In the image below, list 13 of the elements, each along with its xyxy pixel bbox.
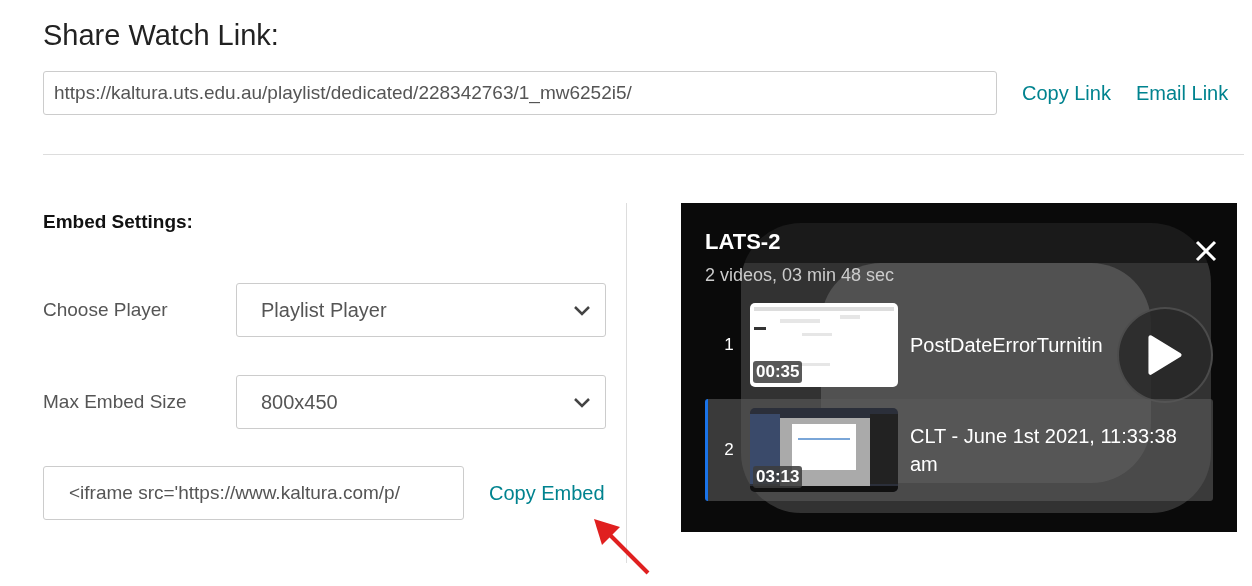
- setting-dropdown[interactable]: Playlist Player: [236, 283, 606, 337]
- copy-embed-link[interactable]: Copy Embed: [489, 481, 605, 505]
- setting-label: Choose Player: [43, 299, 169, 321]
- url-field[interactable]: https://kaltura.uts.edu.au/playlist/dedicated/228342763/1_mw6252i5/: [43, 71, 997, 115]
- section-title: Embed Settings:: [43, 211, 194, 233]
- setting-dropdown[interactable]: 800x450: [236, 375, 606, 429]
- setting-label: Max Embed Size: [43, 391, 188, 413]
- chevron-down-icon: [573, 304, 591, 316]
- share-title: Share Watch Link:: [43, 18, 280, 53]
- copy-link[interactable]: Copy Link: [1022, 81, 1111, 105]
- chevron-down-icon: [573, 396, 591, 408]
- email-link[interactable]: Email Link: [1135, 81, 1229, 105]
- embed-code-field[interactable]: <iframe src='https://www.kaltura.com/p/: [43, 466, 464, 520]
